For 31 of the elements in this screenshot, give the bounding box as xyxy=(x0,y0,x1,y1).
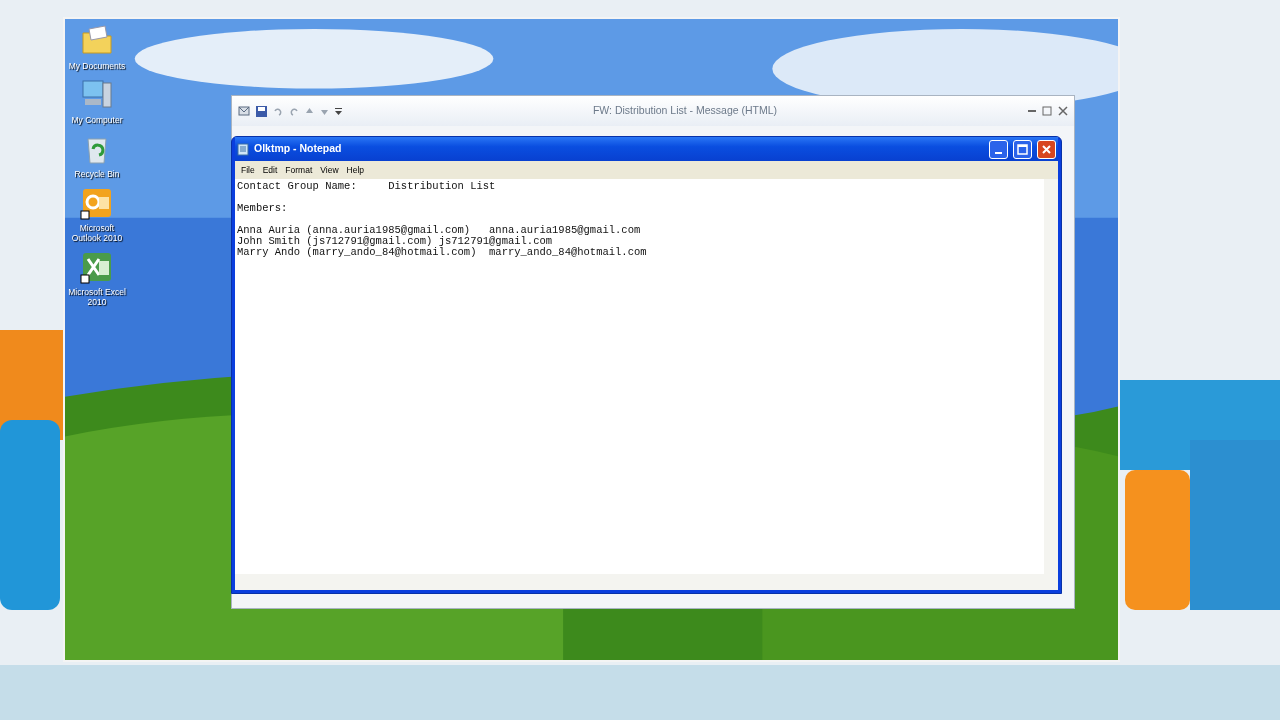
menu-item[interactable]: View xyxy=(316,163,343,177)
text-line: Contact Group Name: Distribution List xyxy=(237,181,496,192)
text-line: Members: xyxy=(237,203,288,214)
text-line: Anna Auria (anna.auria1985@gmail.com) anna.auria1985@gmail.com xyxy=(237,225,641,236)
menu-item[interactable]: Format xyxy=(281,163,317,177)
up-arrow-icon[interactable] xyxy=(305,106,314,116)
vertical-scrollbar[interactable] xyxy=(1044,179,1058,574)
horizontal-scrollbar[interactable] xyxy=(235,574,1058,590)
window-title: Olktmp - Notepad xyxy=(254,141,343,157)
minimize-button[interactable] xyxy=(989,139,1008,159)
icon-label[interactable]: Microsoft Outlook 2010 xyxy=(65,223,129,243)
maximize-button[interactable] xyxy=(1013,139,1032,159)
window-title: FW: Distribution List - Message (HTML) xyxy=(591,103,779,119)
restore-icon[interactable] xyxy=(1042,106,1052,116)
close-button[interactable] xyxy=(1037,139,1056,159)
menu-item[interactable]: File xyxy=(237,163,259,177)
close-icon[interactable] xyxy=(1058,106,1068,116)
icon-label[interactable]: Microsoft Excel 2010 xyxy=(65,287,129,307)
dropdown-icon[interactable] xyxy=(335,106,342,116)
redo-icon[interactable] xyxy=(289,106,299,116)
close-icon xyxy=(1041,143,1052,155)
undo-icon[interactable] xyxy=(273,106,283,116)
text-line: John Smith (js712791@gmail.com) js712791@gmail.com xyxy=(237,236,553,247)
envelope-icon xyxy=(238,105,250,117)
minimize-icon xyxy=(995,152,1002,154)
save-icon[interactable] xyxy=(256,105,267,117)
notepad-icon xyxy=(237,142,249,156)
text-line: Marry Ando (marry_ando_84@hotmail.com) marry_ando_84@hotmail.com xyxy=(237,247,647,258)
menu-item[interactable]: Edit xyxy=(258,163,282,177)
maximize-icon xyxy=(1017,143,1028,155)
menu-item[interactable]: Help xyxy=(342,163,369,177)
